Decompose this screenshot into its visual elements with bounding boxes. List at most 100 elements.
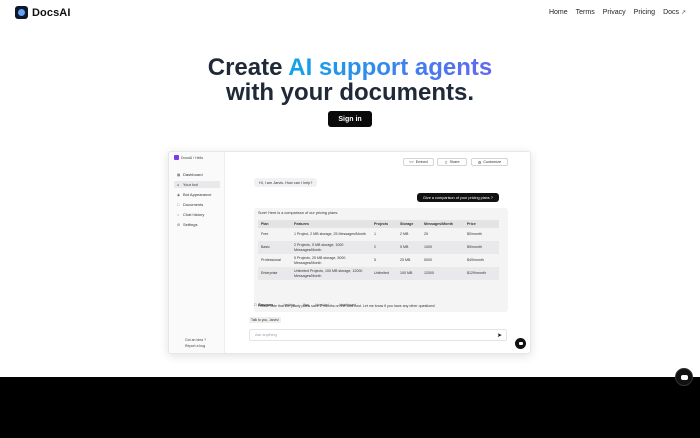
- code-icon: <>: [409, 160, 414, 164]
- table-row: Basic 2 Projects, 5 MB storage, 1000 Mes…: [258, 241, 499, 254]
- nav-link-docs[interactable]: Docs ↗: [663, 9, 686, 16]
- sidebar-item-bot-appearance[interactable]: ◉ Bot Appearance: [174, 191, 220, 198]
- source-chip[interactable]: /pricing: [282, 302, 297, 308]
- sign-in-button[interactable]: Sign in: [328, 111, 372, 127]
- table-cell: $9/month: [464, 241, 499, 254]
- external-link-icon: ↗: [680, 10, 686, 16]
- footer-section: [0, 377, 700, 438]
- sidebar-item-chat-history[interactable]: ○ Chat history: [174, 211, 220, 218]
- sidebar-item-label: Settings: [183, 222, 198, 227]
- column-header: Features: [291, 220, 371, 228]
- customize-label: Customize: [483, 160, 502, 164]
- send-icon[interactable]: ➤: [497, 332, 502, 339]
- report-bug-link[interactable]: Report a bug: [185, 344, 205, 348]
- table-cell: Professional: [261, 258, 281, 263]
- hero-highlight: AI support agents: [288, 54, 493, 81]
- nav-link-terms[interactable]: Terms: [576, 9, 595, 16]
- nav-link-home[interactable]: Home: [549, 9, 568, 16]
- sidebar-item-documents[interactable]: □ Documents: [174, 201, 220, 208]
- table-cell: 5 Projects, 25 MB storage, 5000 Messages…: [294, 256, 346, 265]
- table-cell: Enterprise: [258, 267, 291, 280]
- source-chip[interactable]: /docs/api: [313, 302, 331, 308]
- table-cell: $129/month: [464, 267, 499, 280]
- preview-sidebar: DocsAI / Hello ▦ Dashboard ● Your bot ◉ Bot…: [169, 152, 225, 353]
- share-button[interactable]: ⇧ Share: [437, 158, 467, 166]
- project-avatar-icon: [174, 155, 179, 160]
- column-header: Messages/Month: [421, 220, 464, 228]
- hero-line2: with your documents.: [225, 79, 474, 106]
- breadcrumb: DocsAI / Hello: [174, 155, 203, 160]
- pricing-table: Plan Features Projects Storage Messages/…: [258, 220, 499, 280]
- table-cell: Basic: [258, 241, 291, 254]
- jarvis-suggestion-chip[interactable]: Talk to you, Jarvis!: [249, 317, 281, 323]
- breadcrumb-label: DocsAI / Hello: [181, 155, 204, 160]
- column-header: Storage: [397, 220, 421, 228]
- chat-bubble-icon[interactable]: [515, 338, 526, 349]
- table-cell: Unlimited Projects, 100 MB storage, 1200…: [291, 267, 371, 280]
- user-message: Give a comparison of your pricing plans …: [417, 193, 499, 202]
- table-cell: 1: [374, 232, 376, 237]
- settings-icon: ⚙: [477, 160, 482, 165]
- table-cell: $49/month: [467, 258, 484, 263]
- share-icon: ⇧: [444, 160, 448, 165]
- embed-label: Embed: [415, 160, 428, 164]
- hero-line1-prefix: Create: [207, 54, 289, 81]
- logo-icon: [15, 6, 28, 19]
- brand-name: DocsAI: [32, 6, 71, 19]
- sidebar-item-label: Your bot: [183, 182, 198, 187]
- nav-link-pricing[interactable]: Pricing: [634, 9, 655, 16]
- table-cell: 2 MB: [400, 232, 409, 237]
- table-cell: 12000: [421, 267, 464, 280]
- sources-text: Sources: [258, 303, 274, 307]
- sidebar-item-dashboard[interactable]: ▦ Dashboard: [174, 171, 220, 178]
- table-cell: 5000: [424, 258, 432, 263]
- table-cell: 5: [374, 258, 376, 263]
- bot-answer-message: Sure! Here is a comparison of our pricin…: [254, 208, 508, 312]
- chat-launcher-icon[interactable]: [675, 368, 693, 386]
- brand-logo[interactable]: DocsAI: [15, 6, 71, 19]
- dashboard-icon: ▦: [177, 172, 181, 177]
- nav-links: Home Terms Privacy Pricing Docs ↗: [549, 9, 686, 16]
- nav-link-privacy[interactable]: Privacy: [603, 9, 626, 16]
- table-row: Enterprise Unlimited Projects, 100 MB st…: [258, 267, 499, 280]
- table-cell: 25 MB: [400, 258, 411, 263]
- ask-placeholder: Ask anything: [255, 333, 277, 337]
- table-cell: 2 Projects, 5 MB storage, 1000 Messages/…: [291, 241, 371, 254]
- sidebar-item-settings[interactable]: ⚙ Settings: [174, 221, 220, 228]
- table-cell: $0/month: [467, 232, 482, 237]
- table-cell: 1000: [421, 241, 464, 254]
- table-row: Professional 5 Projects, 25 MB storage, …: [258, 254, 499, 267]
- ask-input[interactable]: Ask anything ➤: [249, 329, 507, 341]
- bot-greeting-message: Hi, I am Jarvis. How can I help?: [254, 178, 318, 187]
- sidebar-item-label: Documents: [183, 202, 204, 207]
- sidebar-item-your-bot[interactable]: ● Your bot: [174, 181, 220, 188]
- nav-link-docs-label: Docs: [663, 9, 680, 16]
- top-nav: DocsAI Home Terms Privacy Pricing Docs ↗: [0, 0, 700, 28]
- app-preview-card: DocsAI / Hello ▦ Dashboard ● Your bot ◉ Bot…: [168, 151, 531, 354]
- gear-icon: ⚙: [177, 222, 181, 227]
- table-cell: Unlimited: [371, 267, 397, 280]
- sources-label: □ Sources: [254, 303, 273, 307]
- source-chip[interactable]: /faq: [301, 302, 311, 308]
- sidebar-item-label: Dashboard: [183, 172, 203, 177]
- customize-button[interactable]: ⚙ Customize: [471, 158, 508, 166]
- table-cell: 2: [371, 241, 397, 254]
- column-header: Plan: [258, 220, 291, 228]
- chat-icon: ○: [177, 212, 180, 217]
- sidebar-item-label: Chat history: [183, 212, 205, 217]
- table-cell: 25: [424, 232, 428, 237]
- table-cell: 100 MB: [397, 267, 421, 280]
- column-header: Price: [464, 220, 499, 228]
- document-icon: □: [177, 202, 180, 207]
- share-label: Share: [449, 160, 460, 164]
- got-an-idea-link[interactable]: Got an idea ?: [185, 338, 206, 342]
- palette-icon: ◉: [177, 192, 181, 197]
- bot-icon: ●: [177, 182, 180, 187]
- embed-button[interactable]: <> Embed: [403, 158, 434, 166]
- table-cell: 5 MB: [397, 241, 421, 254]
- table-row: Free 1 Project, 2 MB storage, 25 Message…: [258, 228, 499, 241]
- source-chip[interactable]: /dashboard: [337, 302, 358, 308]
- column-header: Projects: [371, 220, 397, 228]
- hero-headline: Create AI support agents with your docum…: [0, 55, 700, 105]
- table-header-row: Plan Features Projects Storage Messages/…: [258, 220, 499, 228]
